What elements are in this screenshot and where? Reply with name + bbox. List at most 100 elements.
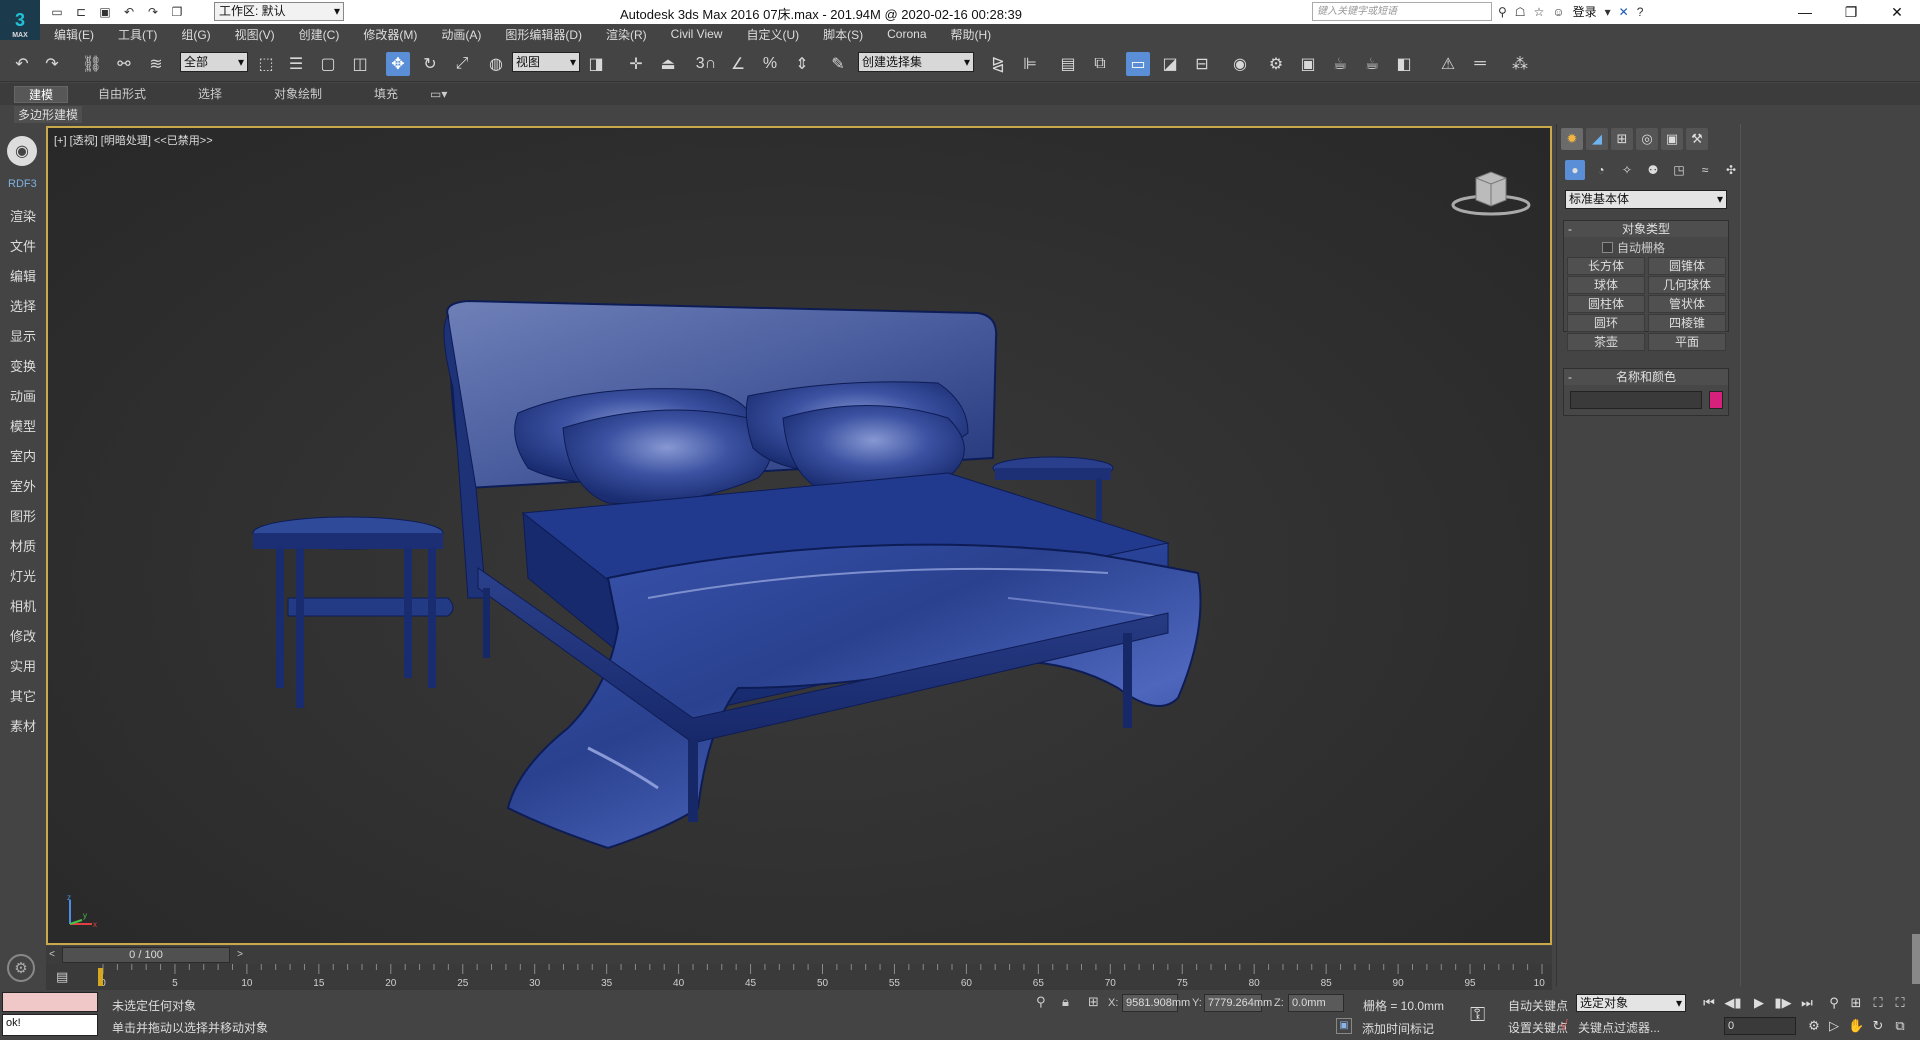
set-key-icon[interactable]: ⚿ [1470, 1004, 1485, 1027]
menu-rendering[interactable]: 渲染(R) [606, 26, 659, 43]
maximize-viewport-icon[interactable]: ⧉ [1892, 1018, 1908, 1034]
menu-animation[interactable]: 动画(A) [441, 26, 493, 43]
select-manipulate-icon[interactable]: ✛ [624, 52, 648, 76]
sphere-button[interactable]: 球体 [1567, 276, 1645, 294]
render-teapot-icon[interactable]: ☕ [1328, 52, 1352, 76]
leftbar-item-exterior[interactable]: 室外 [10, 476, 36, 495]
menu-modifiers[interactable]: 修改器(M) [363, 26, 429, 43]
current-frame-marker[interactable] [98, 968, 103, 986]
play-icon[interactable]: ▶ [1750, 995, 1768, 1011]
zoom-icon[interactable]: ⚲ [1826, 995, 1842, 1011]
add-time-tag-icon[interactable]: ▣ [1336, 1018, 1352, 1034]
geosphere-button[interactable]: 几何球体 [1648, 276, 1726, 294]
help-icon[interactable]: ? [1637, 5, 1644, 19]
go-to-end-icon[interactable]: ⏭ [1798, 995, 1816, 1011]
perspective-viewport[interactable]: [+] [透视] [明暗处理] <<已禁用>> z x y [46, 126, 1552, 945]
leftbar-item-transform[interactable]: 变换 [10, 356, 36, 375]
undo-icon[interactable]: ↶ [120, 3, 138, 21]
link-icon[interactable]: ⛓ [80, 52, 104, 76]
select-place-icon[interactable]: ◍ [484, 52, 508, 76]
snaps-toggle-icon[interactable]: 3 ∩ [694, 52, 718, 76]
new-file-icon[interactable]: ▭ [48, 3, 66, 21]
workspace-dropdown[interactable]: 工作区: 默认 [214, 2, 344, 21]
plugin-tool-icon[interactable]: ⁂ [1508, 52, 1532, 76]
select-rotate-icon[interactable]: ↻ [418, 52, 442, 76]
menu-civil-view[interactable]: Civil View [671, 27, 735, 41]
name-color-header[interactable]: - 名称和颜色 [1564, 369, 1728, 385]
favorites-icon[interactable]: ☆ [1534, 5, 1545, 19]
current-frame-field[interactable]: 0 [1724, 1017, 1796, 1035]
user-icon[interactable]: ☺ [1552, 5, 1564, 19]
isolate-icon[interactable]: ⚲ [1036, 994, 1046, 1010]
plugin-logo-icon[interactable]: ◉ [7, 136, 37, 166]
viewcube-icon[interactable] [1446, 160, 1536, 220]
leftbar-item-camera[interactable]: 相机 [10, 596, 36, 615]
field-of-view-icon[interactable]: ▷ [1826, 1018, 1842, 1034]
leftbar-item-shapes[interactable]: 图形 [10, 506, 36, 525]
select-scale-icon[interactable]: ⤢ [450, 52, 474, 76]
pyramid-button[interactable]: 四棱锥 [1648, 314, 1726, 332]
hierarchy-tab-icon[interactable]: ⊞ [1611, 128, 1633, 150]
render-activeshade-icon[interactable]: ◧ [1392, 52, 1416, 76]
key-mode-dropdown[interactable]: 选定对象 [1576, 994, 1686, 1012]
go-to-start-icon[interactable]: ⏮ [1700, 995, 1718, 1011]
rect-selection-icon[interactable]: ▢ [316, 52, 340, 76]
leftbar-item-lights[interactable]: 灯光 [10, 566, 36, 585]
next-frame-icon[interactable]: ▮▶ [1774, 995, 1792, 1011]
time-slider-thumb[interactable]: 0 / 100 [62, 947, 230, 963]
leftbar-item-animation[interactable]: 动画 [10, 386, 36, 405]
leftbar-item-render[interactable]: 渲染 [10, 206, 36, 225]
settings-gear-icon[interactable]: ⚙ [7, 954, 35, 982]
material-editor-icon[interactable]: ◉ [1228, 52, 1252, 76]
display-tab-icon[interactable]: ▣ [1661, 128, 1683, 150]
leftbar-item-other[interactable]: 其它 [10, 686, 36, 705]
key-filters-button[interactable]: 关键点过滤器... [1578, 1019, 1660, 1036]
teapot-button[interactable]: 茶壶 [1567, 333, 1645, 351]
menu-tools[interactable]: 工具(T) [118, 26, 169, 43]
angle-snap-icon[interactable]: ∠ [726, 52, 750, 76]
tube-button[interactable]: 管状体 [1648, 295, 1726, 313]
measure-icon[interactable]: ═ [1468, 52, 1492, 76]
y-coordinate-field[interactable]: 7779.264mm [1204, 994, 1272, 1012]
track-bar[interactable]: ▤ 0 5 10 15 20 25 30 35 40 45 50 55 60 65 70 75 80 85 90 95… [46, 964, 1552, 990]
maxscript-listener-output[interactable]: ok! [2, 1014, 98, 1036]
box-button[interactable]: 长方体 [1567, 257, 1645, 275]
tab-populate[interactable]: 填充 [374, 86, 398, 103]
project-folder-icon[interactable]: ❐ [168, 3, 186, 21]
communication-icon[interactable]: ☖ [1515, 5, 1526, 19]
select-move-icon[interactable]: ✥ [386, 52, 410, 76]
percent-snap-icon[interactable]: % [758, 52, 782, 76]
menu-customize[interactable]: 自定义(U) [746, 26, 811, 43]
helpers-icon[interactable]: ◳ [1669, 160, 1689, 180]
login-button[interactable]: 登录 [1573, 3, 1597, 20]
cylinder-button[interactable]: 圆柱体 [1567, 295, 1645, 313]
shapes-icon[interactable]: ◔ [1591, 160, 1611, 180]
window-crossing-icon[interactable]: ◫ [348, 52, 372, 76]
leftbar-item-edit[interactable]: 编辑 [10, 266, 36, 285]
selection-lock-icon[interactable]: 🔒︎ [1062, 994, 1069, 1010]
leftbar-item-select[interactable]: 选择 [10, 296, 36, 315]
menu-edit[interactable]: 编辑(E) [54, 26, 106, 43]
app-logo-icon[interactable]: 3 MAX [0, 0, 40, 40]
layer-explorer-icon[interactable]: ⧉ [1088, 52, 1112, 76]
leftbar-item-utilities[interactable]: 实用 [10, 656, 36, 675]
create-tab-icon[interactable]: ✹ [1561, 128, 1583, 150]
time-prev-icon[interactable]: < [46, 947, 58, 963]
zoom-extents-all-icon[interactable]: ⛶ [1892, 995, 1908, 1011]
modify-tab-icon[interactable]: ◢ [1586, 128, 1608, 150]
leftbar-item-file[interactable]: 文件 [10, 236, 36, 255]
align-icon[interactable]: ⊫ [1018, 52, 1042, 76]
open-file-icon[interactable]: ⊏ [72, 3, 90, 21]
z-coordinate-field[interactable]: 0.0mm [1288, 994, 1344, 1012]
minimize-icon[interactable]: — [1782, 0, 1828, 24]
checkbox-box[interactable] [1602, 242, 1613, 253]
selection-filter-dropdown[interactable]: 全部 [180, 52, 248, 72]
object-name-field[interactable] [1570, 391, 1702, 409]
ribbon-options-icon[interactable]: ▭▾ [430, 86, 447, 103]
systems-icon[interactable]: ✣ [1721, 160, 1741, 180]
schematic-view-icon[interactable]: ⊟ [1190, 52, 1214, 76]
tab-object-paint[interactable]: 对象绘制 [274, 86, 322, 103]
time-next-icon[interactable]: > [234, 947, 246, 963]
menu-group[interactable]: 组(G) [181, 26, 222, 43]
primitive-category-dropdown[interactable]: 标准基本体 [1565, 190, 1727, 209]
